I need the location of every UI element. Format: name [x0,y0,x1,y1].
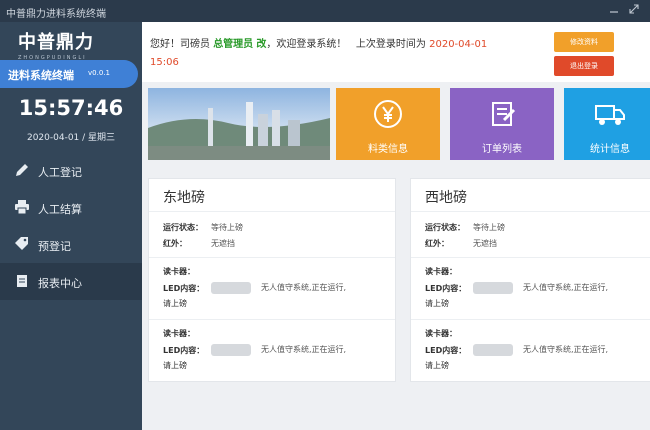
main-content: 您好！司磅员 总管理员 改，欢迎登录系统！ 上次登录时间为 2020-04-01… [142,22,650,430]
city-banner-image [148,88,330,160]
user-name: 改 [256,39,267,50]
card-order-list[interactable]: 订单列表 [450,88,554,160]
panel-title: 西地磅 [425,190,467,206]
last-login-time: 15:06 [150,57,179,68]
yen-icon [372,98,404,130]
order-list-icon [486,98,518,130]
scale-panel-east: 东地磅 运行状态： 等待上磅 红外： 无遮挡 读卡器： LED内容： 无人值守系统,… [148,178,396,382]
reader-section: 读卡器： LED内容： 无人值守系统,正在运行, 请上磅 [149,257,395,319]
logout-button[interactable]: 退出登录 [554,56,614,76]
reader-section: 读卡器： LED内容： 无人值守系统,正在运行, 请上磅 [149,319,395,381]
redacted-value [473,344,513,356]
sidebar-item-pre-register[interactable]: 预登记 [0,226,142,263]
sidebar-item-report-center[interactable]: 报表中心 [0,263,142,300]
report-icon [14,273,30,289]
pencil-icon [14,162,30,178]
truck-icon [594,98,626,130]
clock: 15:57:46 [18,96,124,120]
date-weekday: 2020-04-01 / 星期三 [26,133,116,143]
scale-panels: 东地磅 运行状态： 等待上磅 红外： 无遮挡 读卡器： LED内容： 无人值守系统,… [148,178,650,398]
last-login-date: 2020-04-01 [429,39,488,50]
edit-profile-button[interactable]: 修改资料 [554,32,614,52]
app-version: v0.0.1 [88,69,110,77]
reader-section: 读卡器： LED内容： 无人值守系统,正在运行, 请上磅 [411,319,650,381]
printer-icon [14,199,30,215]
welcome-message: 您好！司磅员 总管理员 改，欢迎登录系统！ 上次登录时间为 2020-04-01… [150,39,488,68]
sidebar-item-manual-register[interactable]: 人工登记 [0,152,142,189]
app-window: 中普鼎力进料系统终端 中普鼎力 ZHONGPUDINGLI 进料系统终端 v0.… [0,0,650,430]
app-name-bar: 进料系统终端 v0.0.1 [0,60,138,88]
app-name: 进料系统终端 [8,69,74,82]
panel-title: 东地磅 [163,190,205,206]
user-role: 总管理员 [213,39,254,50]
card-statistics[interactable]: 统计信息 [564,88,650,160]
status-section: 运行状态： 等待上磅 红外： 无遮挡 [149,211,395,257]
status-section: 运行状态： 等待上磅 红外： 无遮挡 [411,211,650,257]
reader-section: 读卡器： LED内容： 无人值守系统,正在运行, 请上磅 [411,257,650,319]
card-material-info[interactable]: 料类信息 [336,88,440,160]
window-title: 中普鼎力进料系统终端 [6,9,106,20]
sidebar-item-manual-settlement[interactable]: 人工结算 [0,189,142,226]
title-bar: 中普鼎力进料系统终端 [0,0,650,22]
redacted-value [211,344,251,356]
sidebar-nav: 人工登记 人工结算 预登记 报表中心 [0,152,142,300]
sidebar: 中普鼎力 ZHONGPUDINGLI 进料系统终端 v0.0.1 15:57:4… [0,22,142,430]
scale-panel-west: 西地磅 运行状态： 等待上磅 红外： 无遮挡 读卡器： LED内容： 无人值守系统,… [410,178,650,382]
redacted-value [211,282,251,294]
tag-icon [14,236,30,252]
expand-icon[interactable] [626,3,642,19]
minimize-icon[interactable] [606,3,622,19]
logo: 中普鼎力 ZHONGPUDINGLI [18,32,94,61]
quick-cards: 料类信息 订单列表 统计信息 [148,88,650,160]
header-bar: 您好！司磅员 总管理员 改，欢迎登录系统！ 上次登录时间为 2020-04-01… [142,22,650,82]
redacted-value [473,282,513,294]
